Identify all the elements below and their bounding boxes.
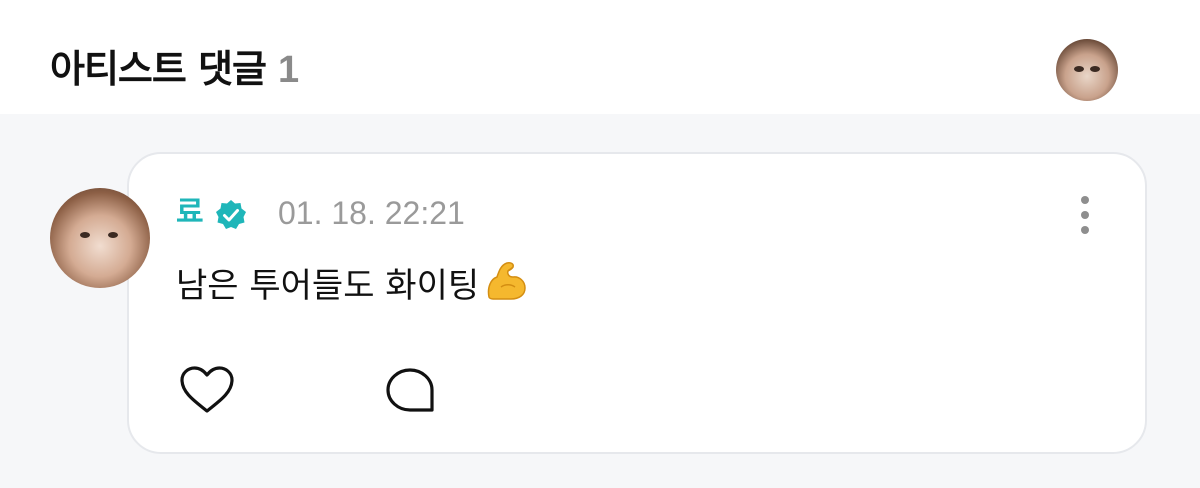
avatar-eye-left [1074, 66, 1084, 72]
more-dot [1081, 226, 1089, 234]
speech-bubble-icon[interactable] [382, 364, 438, 416]
artist-profile-avatar[interactable] [1056, 39, 1118, 101]
verified-badge-icon [216, 200, 246, 229]
comment-count: 1 [278, 49, 299, 91]
avatar-eye-left [80, 232, 90, 238]
avatar-eye-right [1090, 66, 1100, 72]
heart-icon[interactable] [178, 364, 236, 416]
comment-text: 남은 투어들도 화이팅 [176, 266, 480, 306]
avatar-eye-right [108, 232, 118, 238]
comment-body: 남은 투어들도 화이팅 [176, 257, 529, 306]
comment-author-name[interactable]: 료 [176, 196, 204, 230]
more-dot [1081, 211, 1089, 219]
section-title-label: 아티스트 댓글 [50, 47, 267, 91]
flexed-biceps-emoji [487, 262, 526, 300]
more-vertical-icon[interactable] [1070, 194, 1100, 236]
header-bar: 아티스트 댓글 1 [0, 0, 1200, 114]
section-title: 아티스트 댓글 1 [50, 47, 299, 92]
comment-timestamp: 01. 18. 22:21 [278, 195, 465, 231]
comment-author-avatar[interactable] [50, 188, 150, 288]
more-dot [1081, 196, 1089, 204]
